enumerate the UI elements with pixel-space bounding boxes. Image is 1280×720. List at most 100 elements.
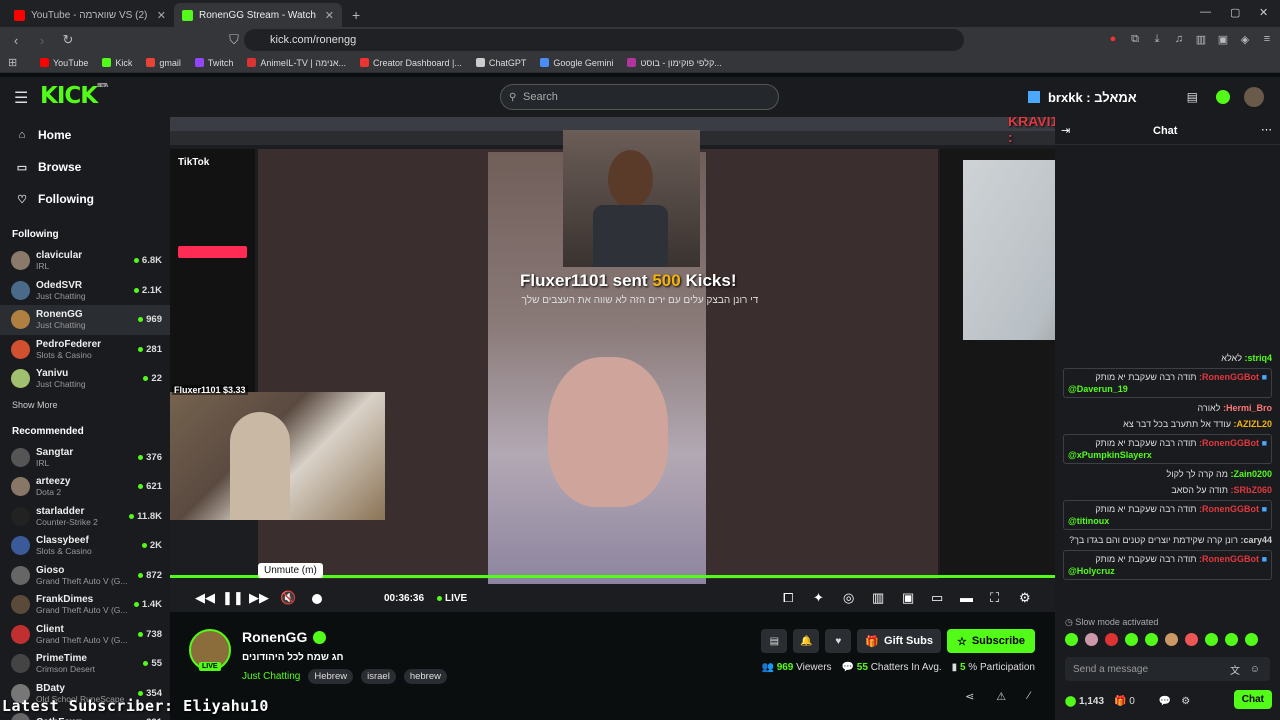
url-input[interactable]: kick.com/ronengg xyxy=(244,29,964,51)
chat-mention[interactable]: @Daverun_19 xyxy=(1068,383,1267,395)
chat-username[interactable]: RonenGGBot: xyxy=(1199,554,1259,564)
settings-icon[interactable]: ⚙ xyxy=(1019,590,1031,606)
category-link[interactable]: Just Chatting xyxy=(242,671,300,682)
kick-logo[interactable]: KICKBETA xyxy=(40,83,108,109)
chat-username[interactable]: RonenGGBot: xyxy=(1199,438,1259,448)
emote-icon[interactable] xyxy=(1125,633,1138,646)
points-display[interactable]: ⬤ 1,143 xyxy=(1065,696,1104,707)
emote-icon[interactable] xyxy=(1205,633,1218,646)
channel-item[interactable]: PrimeTime Crimson Desert 55 xyxy=(0,649,170,679)
user-avatar[interactable] xyxy=(1244,87,1264,107)
volume-slider-knob[interactable] xyxy=(312,594,322,604)
share-icon[interactable]: ⋖ xyxy=(965,690,974,703)
theater-mode-icon[interactable]: ▤ xyxy=(1187,90,1198,104)
chat-username[interactable]: cary44: xyxy=(1240,535,1272,545)
video-player[interactable]: TikTok Fluxer1101 sent 500 Kicks! די רונ… xyxy=(170,117,1055,612)
forward-icon[interactable]: › xyxy=(32,33,52,48)
emote-icon[interactable] xyxy=(1105,633,1118,646)
collapse-chat-icon[interactable]: ⇥ xyxy=(1061,124,1070,137)
chat-mention[interactable]: @xPumpkinSlayerx xyxy=(1068,449,1267,461)
emote-icon[interactable] xyxy=(1225,633,1238,646)
rewind-icon[interactable]: ◀◀ xyxy=(195,590,215,606)
search-input[interactable]: ⚲ Search xyxy=(500,84,779,110)
sidebar-icon[interactable]: ▥ xyxy=(1194,32,1208,46)
browser-tab-youtube[interactable]: YouTube - שווארמה VS אימון כוח (2) ✕ xyxy=(6,3,174,27)
channel-item[interactable]: Gioso Grand Theft Auto V (G... 872 xyxy=(0,561,170,591)
new-tab-button[interactable]: + xyxy=(342,3,370,27)
sparkle-icon[interactable]: ✦ xyxy=(813,590,824,606)
minimize-icon[interactable]: — xyxy=(1200,6,1211,18)
cast-icon[interactable]: ▭ xyxy=(931,590,943,606)
nav-home[interactable]: ⌂ Home xyxy=(0,119,170,151)
tab-close-icon[interactable]: ✕ xyxy=(157,9,166,22)
emote-icon[interactable] xyxy=(1165,633,1178,646)
gift-subs-button[interactable]: 🎁 Gift Subs xyxy=(857,629,941,653)
chat-username[interactable]: RonenGGBot: xyxy=(1199,372,1259,382)
shield-icon[interactable]: ● xyxy=(1106,32,1120,46)
more-icon[interactable]: ⁄ xyxy=(1028,690,1030,703)
report-icon[interactable]: ⚠ xyxy=(996,690,1006,703)
chat-mention[interactable]: @titinoux xyxy=(1068,515,1267,527)
maximize-icon[interactable]: ▢ xyxy=(1230,6,1240,19)
tag-israel[interactable]: israel xyxy=(361,669,396,684)
extensions-icon[interactable]: ⧉ xyxy=(1128,32,1142,46)
channel-item[interactable]: arteezy Dota 2 621 xyxy=(0,472,170,502)
chat-username[interactable]: SRbZ060: xyxy=(1230,485,1272,495)
follow-heart-icon[interactable]: ♥ xyxy=(825,629,852,653)
bookmark-kick[interactable]: Kick xyxy=(102,58,132,68)
channel-item[interactable]: starladder Counter-Strike 2 11.8K xyxy=(0,502,170,532)
browser-tab-kick[interactable]: RonenGG Stream - Watch Live o ✕ xyxy=(174,3,342,27)
channel-item[interactable]: clavicular IRL 6.8K xyxy=(0,246,170,276)
tab-close-icon[interactable]: ✕ xyxy=(325,9,334,22)
bookmark-twitch[interactable]: Twitch xyxy=(194,58,233,68)
emote-icon[interactable] xyxy=(1245,633,1258,646)
translate-icon[interactable]: 文 xyxy=(1230,662,1240,677)
channel-name[interactable]: RonenGG xyxy=(242,629,327,645)
pip-icon[interactable]: ▣ xyxy=(902,590,914,606)
vpn-icon[interactable]: ◈ xyxy=(1238,32,1252,46)
bookmark-animeil[interactable]: AnimeIL-TV | אנימה... xyxy=(247,58,346,68)
chat-username[interactable]: RonenGGBot: xyxy=(1199,504,1259,514)
fullscreen-icon[interactable]: ⛶ xyxy=(990,590,999,606)
notification-bell-icon[interactable]: 🔔 xyxy=(793,629,820,653)
bookmark-icon[interactable]: ⛉ xyxy=(224,32,244,48)
channel-item[interactable]: FrankDimes Grand Theft Auto V (G... 1.4K xyxy=(0,590,170,620)
emote-icon[interactable] xyxy=(1085,633,1098,646)
emote-icon[interactable] xyxy=(1185,633,1198,646)
clip-button-icon[interactable]: ▤ xyxy=(761,629,788,653)
bookmark-gmail[interactable]: gmail xyxy=(146,58,181,68)
apps-icon[interactable]: ⊞ xyxy=(8,56,17,69)
channel-item[interactable]: RonenGG Just Chatting 969 xyxy=(0,305,170,335)
back-icon[interactable]: ‹ xyxy=(6,33,26,48)
send-chat-button[interactable]: Chat xyxy=(1233,690,1272,709)
clip-icon[interactable]: ⧠ xyxy=(783,590,793,606)
bookmark-creator-dashboard[interactable]: Creator Dashboard |... xyxy=(360,58,462,68)
show-more-button[interactable]: Show More xyxy=(0,394,170,416)
chat-username[interactable]: striq4: xyxy=(1244,353,1272,363)
download-icon[interactable]: ⤓ xyxy=(1150,32,1164,46)
subscribe-button[interactable]: ☆ Subscribe xyxy=(946,629,1035,653)
channel-item[interactable]: Sangtar IRL 376 xyxy=(0,443,170,473)
chat-username[interactable]: Zain0200: xyxy=(1230,469,1272,479)
bookmark-pokemon[interactable]: קלפי פוקימון - בוסט... xyxy=(627,58,722,68)
close-window-icon[interactable]: ✕ xyxy=(1259,6,1268,19)
chat-options-icon[interactable]: ⋯ xyxy=(1261,123,1272,136)
chat-username[interactable]: Hermi_Bro: xyxy=(1223,403,1272,413)
kick-points-icon[interactable] xyxy=(1216,90,1230,104)
reload-icon[interactable]: ↻ xyxy=(58,32,78,48)
live-indicator[interactable]: LIVE xyxy=(437,593,467,604)
stats-icon[interactable]: ▥ xyxy=(872,590,884,606)
channel-item[interactable]: PedroFederer Slots & Casino 281 xyxy=(0,335,170,365)
hamburger-menu-icon[interactable]: ☰ xyxy=(14,88,28,108)
theater-icon[interactable]: ▬ xyxy=(960,590,973,605)
gift-display[interactable]: 🎁 0 xyxy=(1114,696,1135,707)
emote-icon[interactable] xyxy=(1145,633,1158,646)
chat-settings-icon[interactable]: ⚙ xyxy=(1181,696,1190,707)
chat-mention[interactable]: @Holycruz xyxy=(1068,565,1267,577)
channel-item[interactable]: OdedSVR Just Chatting 2.1K xyxy=(0,276,170,306)
menu-icon[interactable]: ≡ xyxy=(1260,32,1274,46)
nav-following[interactable]: ♡ Following xyxy=(0,183,170,215)
channel-item[interactable]: Classybeef Slots & Casino 2K xyxy=(0,531,170,561)
bookmark-gemini[interactable]: Google Gemini xyxy=(540,58,613,68)
nav-browse[interactable]: ▭ Browse xyxy=(0,151,170,183)
